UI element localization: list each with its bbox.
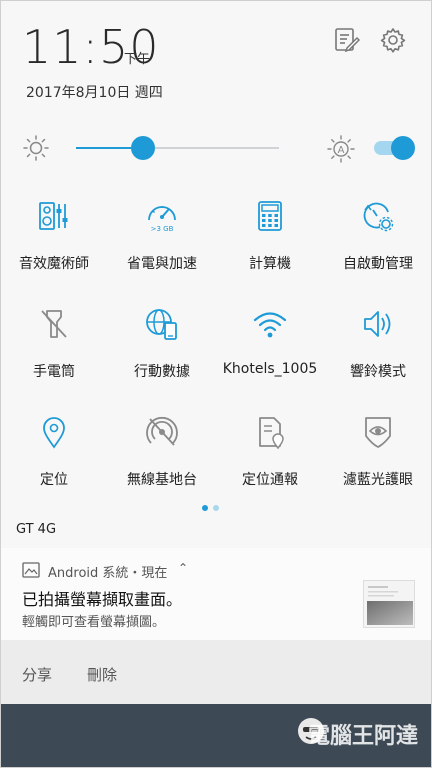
auto-brightness-icon: A [327, 135, 355, 163]
notification-source: Android 系統・現在 [48, 566, 168, 581]
tile-label: 計算機 [249, 256, 291, 272]
tile-audio-wizard[interactable]: 音效魔術師 [0, 188, 108, 288]
tile-label: 濾藍光護眼 [343, 472, 413, 488]
share-button[interactable]: 分享 [22, 664, 52, 685]
autostart-icon [363, 202, 394, 232]
page-indicator [200, 505, 232, 513]
tile-location[interactable]: 定位 [0, 404, 108, 504]
flashlight-off-icon [41, 310, 67, 338]
tile-power-boost[interactable]: >3 GB 省電與加速 [108, 188, 216, 288]
mobile-data-icon [146, 309, 177, 340]
boost-sub: >3 GB [151, 225, 174, 233]
edit-icon[interactable] [333, 26, 361, 54]
tile-label: 定位 [40, 472, 68, 488]
delete-button[interactable]: 刪除 [87, 664, 117, 685]
tile-label: 行動數據 [134, 364, 190, 380]
quick-settings-header: 11:50 下午 2017年8月10日 週四 [0, 0, 432, 115]
page-dot [213, 505, 219, 511]
audio-wizard-icon [39, 202, 68, 230]
tile-label: Khotels_1005 [222, 361, 318, 377]
brightness-low-icon [23, 135, 49, 161]
hotspot-off-icon [146, 416, 178, 446]
am-pm: 下午 [124, 52, 151, 67]
screenshot-notification[interactable]: Android 系統・現在 ⌃ 已拍攝螢幕擷取畫面。 輕觸即可查看螢幕擷圖。 [0, 548, 432, 640]
date: 2017年8月10日 週四 [26, 85, 163, 101]
tile-label: 音效魔術師 [19, 256, 89, 272]
tile-blue-light-filter[interactable]: 濾藍光護眼 [324, 404, 432, 504]
toggle-knob [391, 136, 415, 160]
tile-label: 定位通報 [242, 472, 298, 488]
tile-hotspot[interactable]: 無線基地台 [108, 404, 216, 504]
calculator-icon [258, 201, 282, 231]
brightness-slider[interactable] [76, 147, 279, 149]
background-app-strip: 電腦王阿達 [0, 704, 432, 768]
notification-title: 已拍攝螢幕擷取畫面。 [22, 590, 183, 609]
page-dot-active [202, 505, 208, 511]
tile-label: 響鈴模式 [350, 364, 406, 380]
notification-actions: 分享 刪除 [0, 640, 432, 704]
eye-filter-icon [365, 417, 391, 448]
wifi-icon [253, 312, 287, 338]
location-icon [43, 417, 65, 449]
tile-location-report[interactable]: 定位通報 [216, 404, 324, 504]
tile-autostart[interactable]: 自啟動管理 [324, 188, 432, 288]
tile-mobile-data[interactable]: 行動數據 [108, 296, 216, 396]
chevron-up-icon[interactable]: ⌃ [178, 561, 188, 575]
watermark: 電腦王阿達 [307, 724, 418, 749]
tile-label: 手電筒 [33, 364, 75, 380]
tile-label: 省電與加速 [127, 256, 197, 272]
brightness-slider-thumb[interactable] [130, 136, 155, 160]
auto-brightness-toggle[interactable] [374, 136, 415, 160]
tile-flashlight[interactable]: 手電筒 [0, 296, 108, 396]
tile-label: 自啟動管理 [343, 256, 413, 272]
screenshot-thumbnail[interactable] [363, 580, 415, 628]
svg-text:A: A [338, 145, 345, 156]
notification-text: 輕觸即可查看螢幕擷圖。 [22, 615, 166, 630]
gear-icon[interactable] [379, 26, 407, 54]
ringer-icon [364, 311, 391, 337]
tile-calculator[interactable]: 計算機 [216, 188, 324, 288]
image-icon [22, 562, 40, 578]
tile-ringer[interactable]: 響鈴模式 [324, 296, 432, 396]
tile-label: 無線基地台 [127, 472, 197, 488]
speedometer-icon: >3 GB [148, 206, 176, 233]
location-report-icon [259, 417, 284, 450]
tile-wifi[interactable]: Khotels_1005 [216, 296, 324, 396]
brightness-row: A [0, 128, 432, 168]
carrier-label: GT 4G [16, 522, 57, 537]
